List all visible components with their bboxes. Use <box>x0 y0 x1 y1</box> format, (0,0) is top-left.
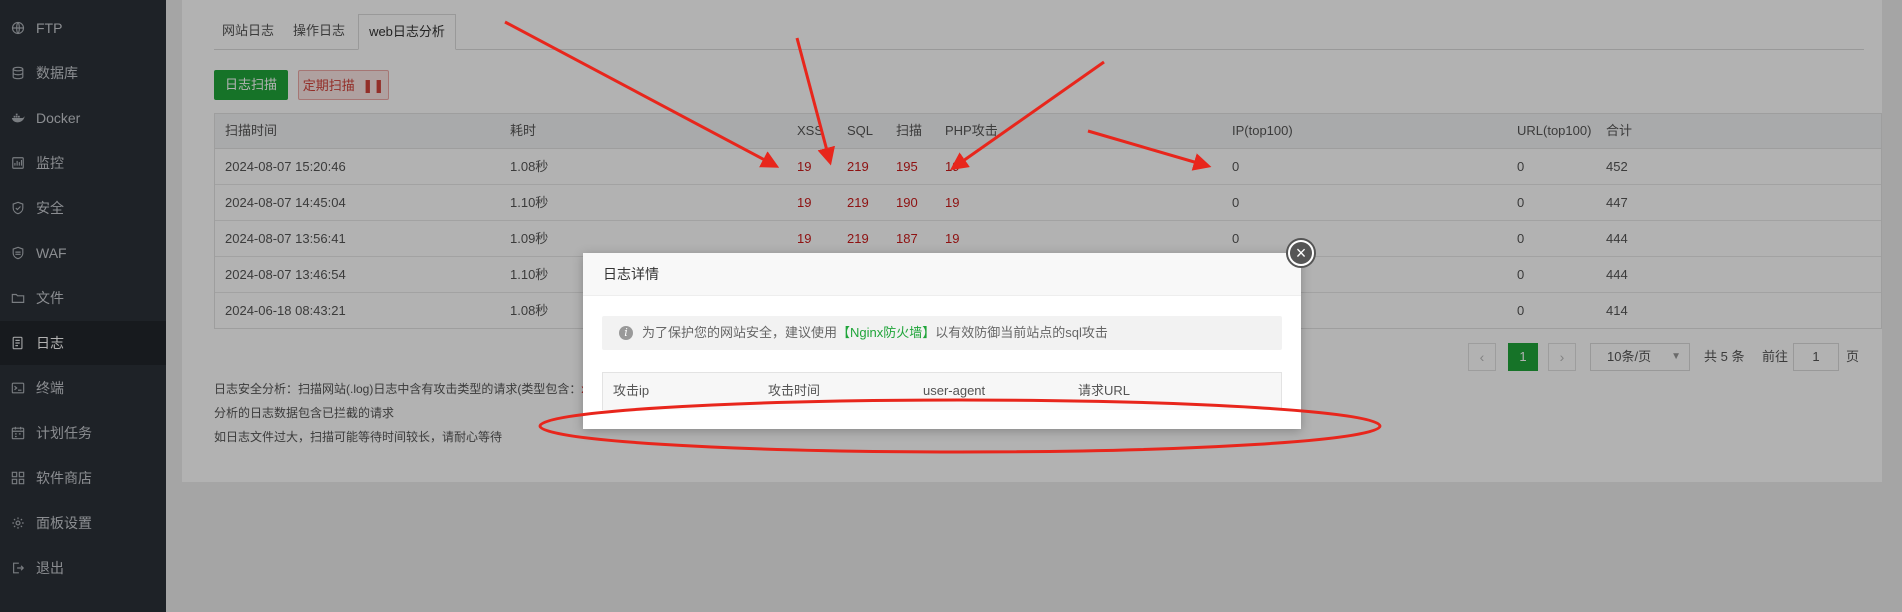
annotation-arrow-sql <box>795 37 835 166</box>
annotation-arrow-php <box>950 60 1105 171</box>
annotation-arrow-ip <box>1087 129 1212 171</box>
annotation-ellipse <box>538 398 1382 454</box>
annotation-layer <box>504 20 1382 454</box>
annotation-arrow-xss <box>504 20 780 168</box>
